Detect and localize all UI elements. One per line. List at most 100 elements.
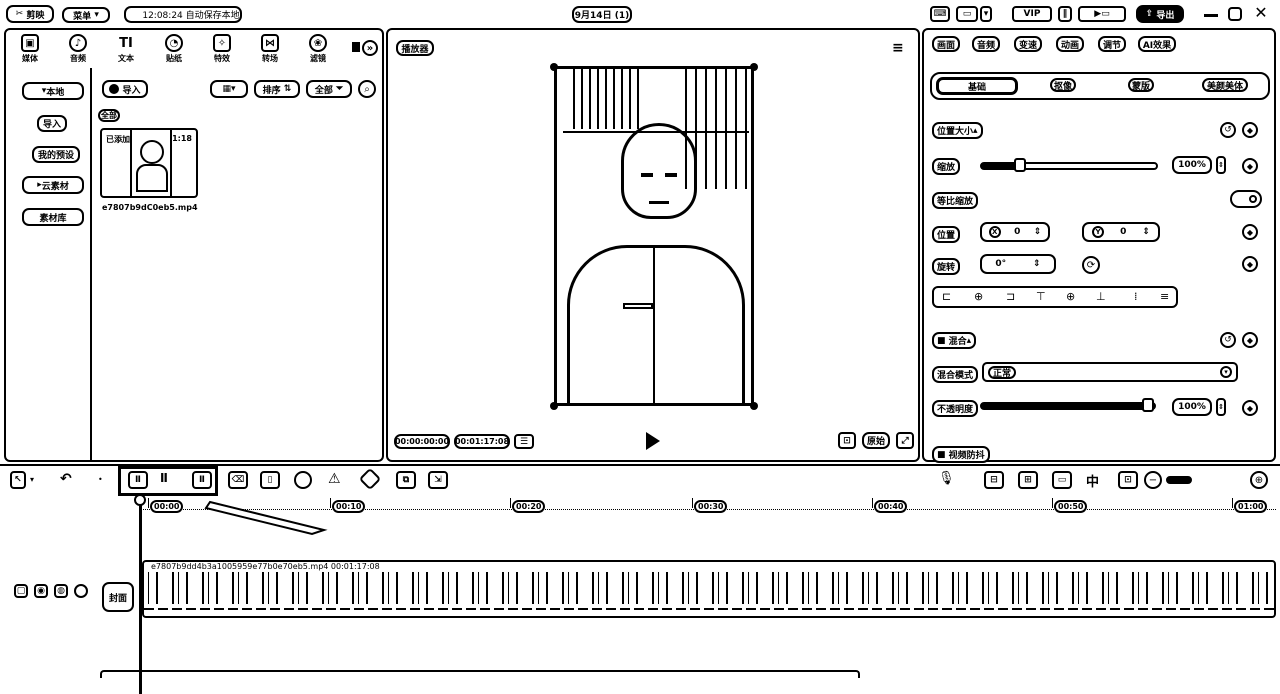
mirror-icon[interactable]: ⚠ <box>328 471 348 489</box>
subtab-basic[interactable]: 基础 <box>936 77 1018 95</box>
zoom-out-icon[interactable]: − <box>1144 471 1162 489</box>
align-center-h-icon[interactable]: ⊕ <box>974 290 983 303</box>
cover-button[interactable]: 封面 <box>102 582 134 612</box>
ratio-button[interactable]: 原始 <box>862 432 890 449</box>
nav-import[interactable]: 导入 <box>22 114 82 132</box>
reverse-icon[interactable] <box>294 471 312 489</box>
tab-effects[interactable]: ✧ 特效 <box>202 34 242 64</box>
keyframe-icon[interactable]: ◆ <box>1242 332 1258 348</box>
align-left-icon[interactable]: ⊏ <box>942 290 951 303</box>
stabilize-label[interactable]: ■ 视频防抖 <box>932 446 990 463</box>
tab-adjust[interactable]: 调节 <box>1098 36 1126 52</box>
layout-icon[interactable]: ▭ <box>956 6 978 22</box>
panel-toggle-icon[interactable] <box>352 42 360 52</box>
linkage-icon[interactable]: ▭ <box>1052 471 1072 489</box>
distribute-h-icon[interactable]: ≡ <box>1160 290 1169 303</box>
auto-snap-icon[interactable]: ⊞ <box>1018 471 1038 489</box>
tab-ai-effects[interactable]: AI效果 <box>1138 36 1176 52</box>
subtab-cutout[interactable]: 抠像 <box>1050 78 1076 92</box>
vip-icon[interactable]: VIP <box>1012 6 1052 22</box>
tab-speed[interactable]: 变速 <box>1014 36 1042 52</box>
media-clip-card[interactable]: 已添加 01:18 <box>100 128 198 198</box>
fit-screen-icon[interactable]: ⊡ <box>838 432 856 449</box>
video-preview[interactable] <box>554 66 754 406</box>
minimize-icon[interactable] <box>1204 14 1218 17</box>
timeline-scrollbar[interactable] <box>100 670 860 678</box>
opacity-slider[interactable] <box>980 398 1156 412</box>
opacity-stepper-icon[interactable]: ⇕ <box>1216 398 1226 416</box>
rotate-field[interactable]: 0° ⇕ <box>980 254 1056 274</box>
nav-cloud[interactable]: ▸ 云素材 <box>22 176 84 194</box>
player-menu-icon[interactable]: ≡ <box>892 40 904 56</box>
import-button[interactable]: 导入 <box>102 80 148 98</box>
handle-bottom-left[interactable] <box>550 402 558 410</box>
zoom-slider[interactable] <box>1166 476 1192 484</box>
nav-local[interactable]: ▾ 本地 <box>22 82 84 100</box>
layout-menu-icon[interactable]: ▾ <box>980 6 992 22</box>
keyframe-icon[interactable]: ◆ <box>1242 256 1258 272</box>
tab-animation[interactable]: 动画 <box>1056 36 1084 52</box>
export-button[interactable]: ⇪ 导出 <box>1136 5 1184 23</box>
position-y-field[interactable]: Y 0 ⇕ <box>1082 222 1160 242</box>
zoom-in-icon[interactable]: ⊕ <box>1250 471 1268 489</box>
uniform-scale-toggle[interactable] <box>1230 190 1262 208</box>
shortcut-icon[interactable]: ⌨ <box>930 6 950 22</box>
blend-mode-select[interactable]: 正常 ▾ <box>982 362 1238 382</box>
section-blend[interactable]: ■ 混合 ▴ <box>932 332 977 349</box>
undo-icon[interactable]: ↶ <box>60 471 80 489</box>
main-track-magnet-icon[interactable]: ⊟ <box>984 471 1004 489</box>
filter-all-chip[interactable]: 全部 <box>98 109 120 122</box>
opacity-slider-knob[interactable] <box>1142 398 1154 412</box>
tab-filter[interactable]: ❀ 滤镜 <box>298 34 338 64</box>
handle-top-left[interactable] <box>550 63 558 71</box>
tab-text[interactable]: TI 文本 <box>106 34 146 64</box>
scale-slider[interactable] <box>980 158 1158 172</box>
microphone-icon[interactable]: 🎙 <box>938 471 958 489</box>
hide-track-icon[interactable]: ◉ <box>34 584 48 598</box>
filter-button[interactable]: 全部 ⏷ <box>306 80 352 98</box>
section-position-size[interactable]: 位置大小 ▴ <box>932 122 983 139</box>
select-tool-icon[interactable]: ↖ <box>10 471 26 489</box>
preview-axis-icon[interactable]: 中 <box>1086 471 1106 490</box>
export-frame-icon[interactable]: ⇲ <box>428 471 448 489</box>
keyframe-icon[interactable]: ◆ <box>1242 158 1258 174</box>
publish-icon[interactable]: ▶▭ <box>1078 6 1126 22</box>
keyframe-icon[interactable]: ◆ <box>1242 400 1258 416</box>
tab-transition[interactable]: ⋈ 转场 <box>250 34 290 64</box>
tab-audio[interactable]: ♪ 音频 <box>58 34 98 64</box>
nav-my-presets[interactable]: 我的预设 <box>26 145 86 163</box>
align-middle-icon[interactable]: ⊕ <box>1066 290 1075 303</box>
video-clip[interactable]: e7807b9dd4b3a1005959e77b0e70eb5.mp4 00:0… <box>142 560 1276 618</box>
crop-icon[interactable]: ⧉ <box>396 471 416 489</box>
split-left-icon[interactable]: Ⅱ <box>160 471 180 489</box>
delete-icon[interactable]: ⌫ <box>228 471 248 489</box>
scale-value[interactable]: 100% <box>1172 156 1212 174</box>
search-icon[interactable]: ⌕ <box>358 80 376 98</box>
redo-icon[interactable]: • <box>98 475 118 493</box>
freeze-icon[interactable]: ▯ <box>260 471 280 489</box>
pause-icon[interactable]: ∥ <box>1058 6 1072 22</box>
play-icon[interactable] <box>646 432 660 450</box>
tab-audio-props[interactable]: 音频 <box>972 36 1000 52</box>
reset-icon[interactable]: ↺ <box>1220 332 1236 348</box>
sort-button[interactable]: 排序 ⇅ <box>254 80 300 98</box>
tab-picture[interactable]: 画面 <box>932 36 960 52</box>
close-icon[interactable]: ✕ <box>1252 4 1270 22</box>
subtab-mask[interactable]: 蒙版 <box>1128 78 1154 92</box>
mute-track-icon[interactable]: ◍ <box>54 584 68 598</box>
track-settings-icon[interactable] <box>74 584 88 598</box>
rotate-icon[interactable]: ⟳ <box>1082 256 1100 274</box>
timecode-list-icon[interactable]: ☰ <box>514 434 534 449</box>
maximize-icon[interactable] <box>1228 7 1242 21</box>
chevron-right-icon[interactable]: » <box>362 40 378 56</box>
zoom-fit-icon[interactable]: ⊡ <box>1118 471 1138 489</box>
distribute-v-icon[interactable]: ⁞ <box>1134 290 1138 303</box>
split-right-icon[interactable]: Ⅱ <box>192 471 212 489</box>
handle-bottom-right[interactable] <box>750 402 758 410</box>
align-bottom-icon[interactable]: ⊥ <box>1096 290 1106 303</box>
scale-slider-knob[interactable] <box>1014 158 1026 172</box>
subtab-beauty[interactable]: 美颜美体 <box>1202 78 1248 92</box>
project-title[interactable]: 9月14日 (1) <box>572 6 632 23</box>
keyframe-icon[interactable]: ◆ <box>1242 224 1258 240</box>
menu-button[interactable]: 菜单 ▾ <box>62 7 110 23</box>
